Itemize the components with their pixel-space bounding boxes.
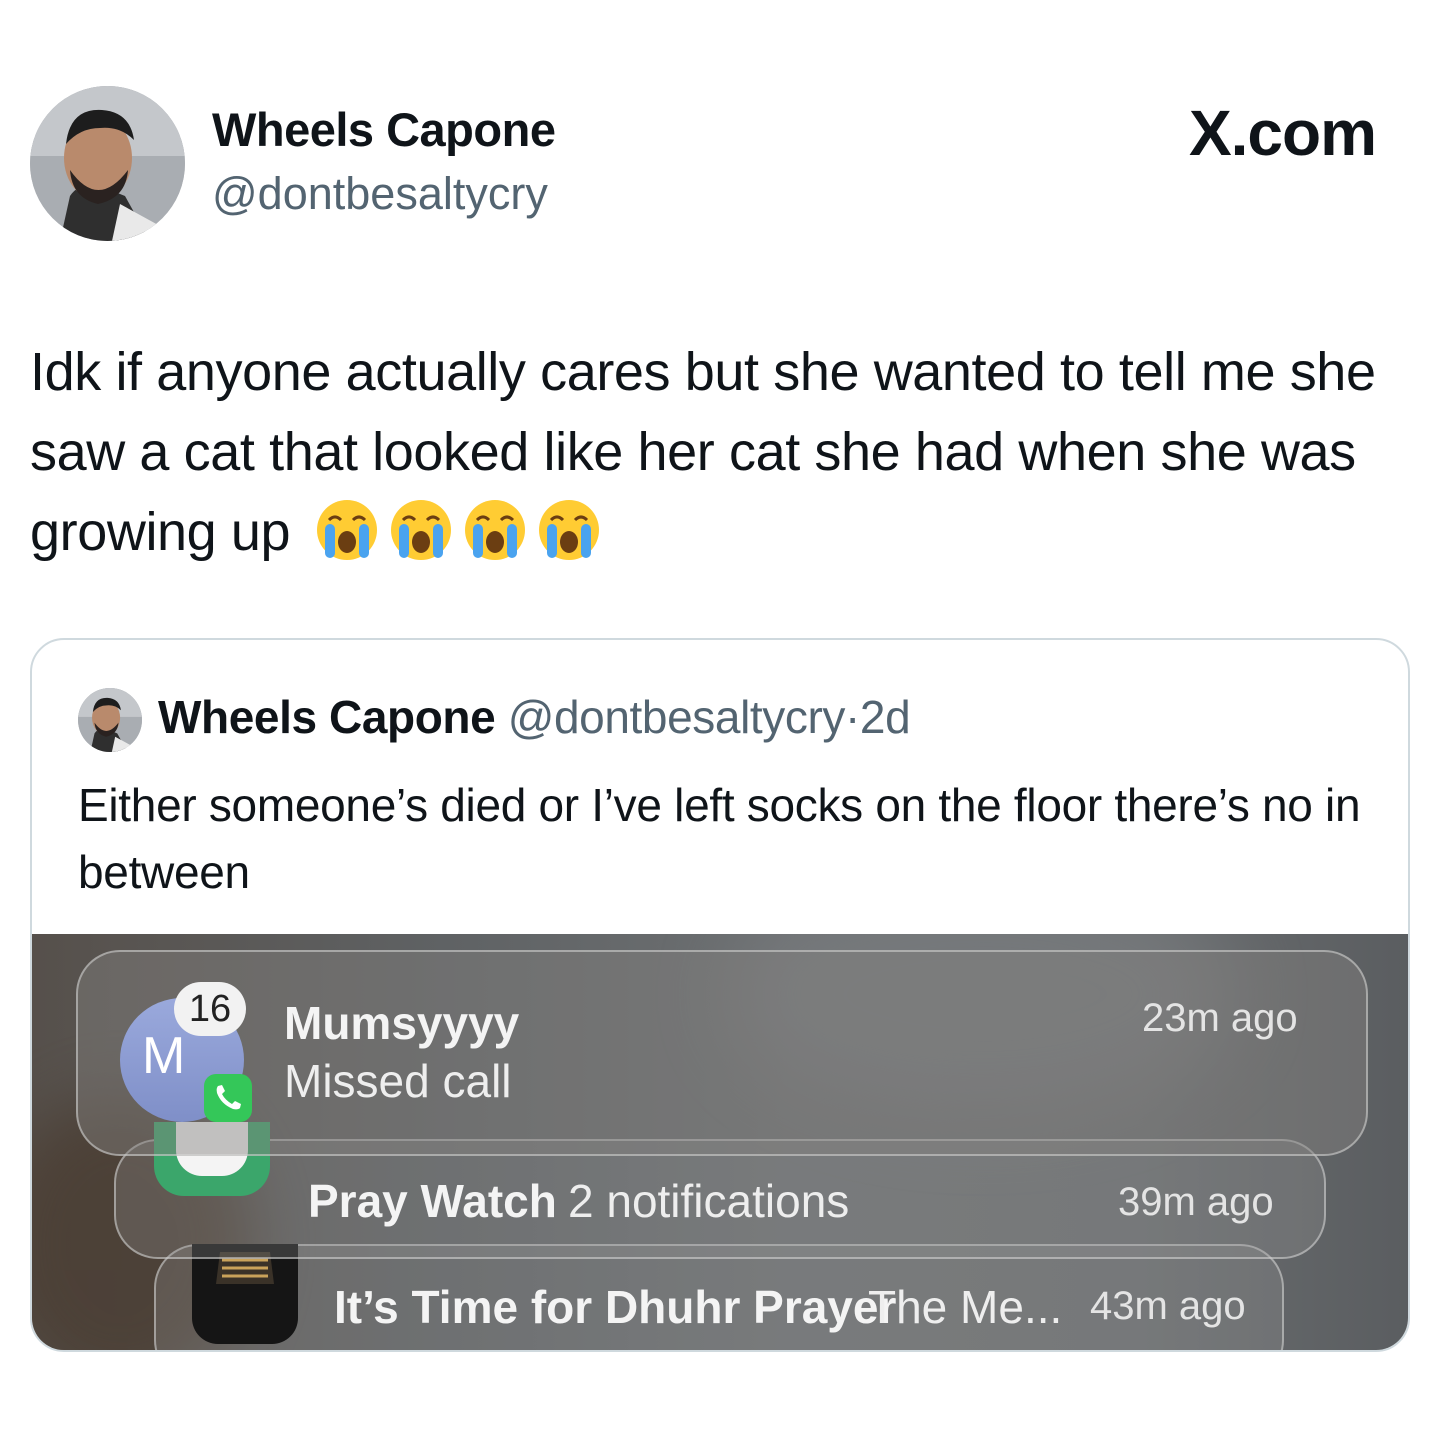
crying-face-icon [389,498,453,562]
quoted-tweet[interactable]: Wheels Capone @dontbesaltycry·2d Either … [30,638,1410,1352]
crying-face-icon [537,498,601,562]
notification-title: It’s Time for Dhuhr Prayer [334,1281,897,1333]
author-handle[interactable]: @dontbesaltycry [212,168,548,220]
quoted-header: Wheels Capone @dontbesaltycry·2d [158,690,911,744]
notification-title: Mumsyyyy [284,997,520,1049]
separator-dot: · [845,691,860,743]
notification-screenshot: It’s Time for Dhuhr Prayer The Me... 43m… [32,934,1408,1350]
crying-face-icon [315,498,379,562]
notification-card-missed-call [76,950,1368,1156]
quoted-author-name[interactable]: Wheels Capone [158,691,496,743]
quoted-text: Either someone’s died or I’ve left socks… [78,779,1361,898]
notification-body: 2 notifications [568,1175,850,1227]
quoted-author-avatar[interactable] [78,688,142,752]
phone-icon [204,1074,252,1122]
quoted-timestamp[interactable]: 2d [860,691,911,743]
notification-time: 43m ago [1090,1284,1246,1328]
notification-time: 23m ago [1142,996,1298,1040]
kaaba-app-icon [192,1244,298,1344]
contact-initial: M [142,1027,186,1085]
notification-body: The Me... [868,1281,1063,1333]
tweet-screenshot: Wheels Capone @dontbesaltycry X.com Idk … [0,0,1440,1440]
tweet-text-body: Idk if anyone actually cares but she wan… [30,342,1376,562]
crying-face-icon [463,498,527,562]
notification-time: 39m ago [1118,1180,1274,1224]
author-avatar[interactable] [30,86,185,241]
notification-count-badge: 16 [174,982,246,1036]
notification-body: Missed call [284,1055,512,1107]
quoted-author-handle[interactable]: @dontbesaltycry [508,691,846,743]
notification-title: Pray Watch [308,1175,557,1227]
author-name[interactable]: Wheels Capone [212,102,556,157]
site-label: X.com [1188,97,1377,169]
tweet-text: Idk if anyone actually cares but she wan… [30,332,1410,572]
